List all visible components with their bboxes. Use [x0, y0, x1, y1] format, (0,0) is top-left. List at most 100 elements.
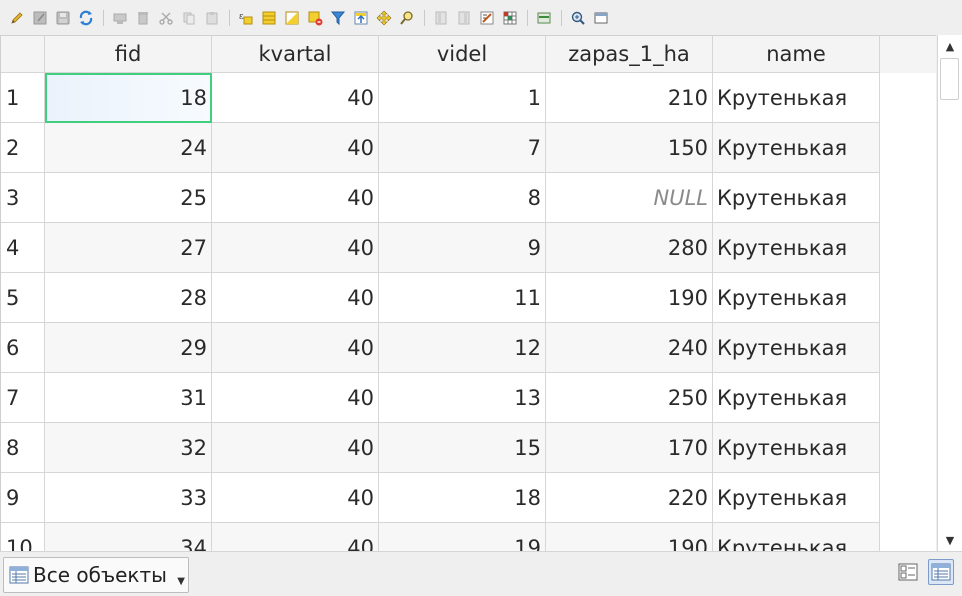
- table-row[interactable]: 3 25 40 8 NULL Крутенькая: [1, 173, 880, 223]
- cell-name[interactable]: Крутенькая: [713, 273, 880, 323]
- table-row[interactable]: 10 34 40 19 190 Крутенькая: [1, 523, 880, 551]
- table-row[interactable]: 5 28 40 11 190 Крутенькая: [1, 273, 880, 323]
- cell-zapas[interactable]: 170: [546, 423, 713, 473]
- cell-fid[interactable]: 28: [45, 273, 212, 323]
- cell-kvartal[interactable]: 40: [212, 323, 379, 373]
- table-row[interactable]: 2 24 40 7 150 Крутенькая: [1, 123, 880, 173]
- cell-fid[interactable]: 32: [45, 423, 212, 473]
- new-field-icon[interactable]: [430, 7, 452, 29]
- table-row[interactable]: 7 31 40 13 250 Крутенькая: [1, 373, 880, 423]
- cell-videl[interactable]: 13: [379, 373, 546, 423]
- row-number[interactable]: 7: [1, 373, 45, 423]
- cell-zapas[interactable]: 220: [546, 473, 713, 523]
- select-all-icon[interactable]: [258, 7, 280, 29]
- cell-name[interactable]: Крутенькая: [713, 373, 880, 423]
- cell-zapas[interactable]: 250: [546, 373, 713, 423]
- cell-kvartal[interactable]: 40: [212, 423, 379, 473]
- cell-fid[interactable]: 31: [45, 373, 212, 423]
- row-number[interactable]: 3: [1, 173, 45, 223]
- column-header-videl[interactable]: videl: [379, 36, 546, 73]
- cut-icon[interactable]: [155, 7, 177, 29]
- select-by-expression-icon[interactable]: ε: [235, 7, 257, 29]
- cell-kvartal[interactable]: 40: [212, 223, 379, 273]
- cell-fid[interactable]: 29: [45, 323, 212, 373]
- cell-fid[interactable]: 27: [45, 223, 212, 273]
- table-row[interactable]: 6 29 40 12 240 Крутенькая: [1, 323, 880, 373]
- row-number[interactable]: 10: [1, 523, 45, 551]
- table-view-button[interactable]: [928, 559, 954, 585]
- scroll-down-arrow-icon[interactable]: ▼: [938, 529, 962, 551]
- conditional-formatting-icon[interactable]: [499, 7, 521, 29]
- cell-zapas[interactable]: 240: [546, 323, 713, 373]
- pan-to-selection-icon[interactable]: [373, 7, 395, 29]
- cell-kvartal[interactable]: 40: [212, 173, 379, 223]
- vertical-scrollbar[interactable]: ▲ ▼: [937, 35, 962, 551]
- move-selection-top-icon[interactable]: [350, 7, 372, 29]
- cell-zapas-null[interactable]: NULL: [546, 173, 713, 223]
- cell-videl[interactable]: 12: [379, 323, 546, 373]
- copy-icon[interactable]: [178, 7, 200, 29]
- zoom-to-selection-icon[interactable]: [396, 7, 418, 29]
- cell-zapas[interactable]: 150: [546, 123, 713, 173]
- zoom-map-icon[interactable]: [567, 7, 589, 29]
- scroll-up-arrow-icon[interactable]: ▲: [938, 35, 962, 57]
- column-header-kvartal[interactable]: kvartal: [212, 36, 379, 73]
- table-row[interactable]: 9 33 40 18 220 Крутенькая: [1, 473, 880, 523]
- row-number[interactable]: 8: [1, 423, 45, 473]
- cell-videl[interactable]: 9: [379, 223, 546, 273]
- paste-icon[interactable]: [201, 7, 223, 29]
- cell-fid[interactable]: 25: [45, 173, 212, 223]
- cell-fid[interactable]: 34: [45, 523, 212, 551]
- cell-kvartal[interactable]: 40: [212, 123, 379, 173]
- table-row[interactable]: 4 27 40 9 280 Крутенькая: [1, 223, 880, 273]
- cell-kvartal[interactable]: 40: [212, 373, 379, 423]
- row-number[interactable]: 2: [1, 123, 45, 173]
- cell-zapas[interactable]: 190: [546, 273, 713, 323]
- cell-kvartal[interactable]: 40: [212, 273, 379, 323]
- cell-kvartal[interactable]: 40: [212, 73, 379, 123]
- row-number[interactable]: 9: [1, 473, 45, 523]
- reload-icon[interactable]: [75, 7, 97, 29]
- scrollbar-thumb[interactable]: [940, 58, 959, 100]
- cell-videl[interactable]: 19: [379, 523, 546, 551]
- filter-icon[interactable]: [327, 7, 349, 29]
- cell-fid[interactable]: 33: [45, 473, 212, 523]
- row-number[interactable]: 1: [1, 73, 45, 123]
- cell-videl[interactable]: 7: [379, 123, 546, 173]
- cell-name[interactable]: Крутенькая: [713, 223, 880, 273]
- cell-zapas[interactable]: 190: [546, 523, 713, 551]
- form-view-button[interactable]: [895, 559, 921, 585]
- cell-kvartal[interactable]: 40: [212, 523, 379, 551]
- dock-icon[interactable]: [590, 7, 612, 29]
- delete-feature-icon[interactable]: [132, 7, 154, 29]
- pencil-icon[interactable]: [6, 7, 28, 29]
- cell-fid[interactable]: 24: [45, 123, 212, 173]
- cell-name[interactable]: Крутенькая: [713, 423, 880, 473]
- cell-videl[interactable]: 1: [379, 73, 546, 123]
- cell-kvartal[interactable]: 40: [212, 473, 379, 523]
- row-number[interactable]: 4: [1, 223, 45, 273]
- column-header-zapas[interactable]: zapas_1_ha: [546, 36, 713, 73]
- feature-filter-dropdown[interactable]: Все объекты ▼: [3, 557, 189, 593]
- table-row[interactable]: 1 18 40 1 210 Крутенькая: [1, 73, 880, 123]
- delete-field-icon[interactable]: [453, 7, 475, 29]
- save-edits-icon[interactable]: [29, 7, 51, 29]
- cell-zapas[interactable]: 280: [546, 223, 713, 273]
- column-header-fid[interactable]: fid: [45, 36, 212, 73]
- cell-name[interactable]: Крутенькая: [713, 473, 880, 523]
- column-header-name[interactable]: name: [713, 36, 880, 73]
- corner-select-all[interactable]: [1, 36, 45, 73]
- cell-name[interactable]: Крутенькая: [713, 523, 880, 551]
- invert-selection-icon[interactable]: [281, 7, 303, 29]
- cell-name[interactable]: Крутенькая: [713, 73, 880, 123]
- field-calculator-icon[interactable]: [476, 7, 498, 29]
- cell-fid[interactable]: 18: [45, 73, 212, 123]
- deselect-all-icon[interactable]: [304, 7, 326, 29]
- cell-name[interactable]: Крутенькая: [713, 173, 880, 223]
- cell-videl[interactable]: 11: [379, 273, 546, 323]
- add-feature-icon[interactable]: [109, 7, 131, 29]
- table-row[interactable]: 8 32 40 15 170 Крутенькая: [1, 423, 880, 473]
- cell-name[interactable]: Крутенькая: [713, 123, 880, 173]
- cell-zapas[interactable]: 210: [546, 73, 713, 123]
- cell-videl[interactable]: 8: [379, 173, 546, 223]
